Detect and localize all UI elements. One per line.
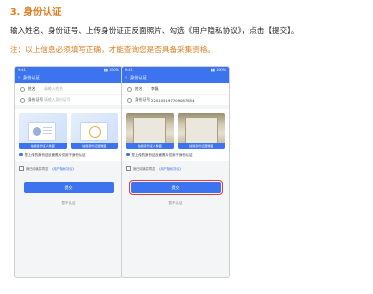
upload-back-caption: 拍摄身份证国徽面 [70,143,118,149]
upload-front-caption: 拍摄身份证人像面 [19,143,67,149]
privacy-checkbox[interactable] [19,166,24,171]
name-input[interactable]: 李磊 [151,86,159,92]
id-number-label: 身份证号 [28,97,44,102]
privacy-text: 我已阅读并同意 [26,167,49,171]
privacy-row[interactable]: 我已阅读并同意 《用户隐私协议》 [15,161,122,176]
privacy-checkbox[interactable] [126,166,131,171]
back-icon[interactable]: ‹ [125,75,127,81]
phone-screenshot-empty: 9:41 ▮▮ 100% ‹ 身份认证 姓名 请输入姓名 身份证号 请输入身份证… [14,66,123,278]
agreement-row: 您上传的身份证反面照片仅用于身份认证 [15,149,122,161]
agreement-row: 您上传的身份证反面照片仅用于身份认证 [122,149,229,161]
status-icons: ▮▮ 100% [211,68,226,72]
agreement-text: 您上传的身份证反面照片仅用于身份认证 [131,153,193,157]
upload-area: 拍摄身份证人像面 拍摄身份证国徽面 [15,109,122,149]
upload-front-card[interactable]: 拍摄身份证人像面 [19,113,67,149]
back-icon[interactable]: ‹ [18,75,20,81]
id-icon [127,97,132,103]
person-icon [127,86,132,92]
name-input[interactable]: 请输入姓名 [44,86,63,92]
section-title: 3. 身份认证 [10,7,62,18]
id-number-field[interactable]: 身份证号 220105197709087654 [122,95,229,105]
id-icon [20,97,25,103]
id-number-label: 身份证号 [135,97,151,102]
instruction-text: 输入姓名、身份证号、上传身份证正反面照片、勾选《用户隐私协议》，点击【提交】。 [10,26,299,35]
upload-back-card[interactable]: 拍摄身份证国徽面 [177,113,225,149]
privacy-link[interactable]: 《用户隐私协议》 [50,166,76,171]
privacy-link[interactable]: 《用户隐私协议》 [157,166,183,171]
upload-back-caption: 拍摄身份证国徽面 [177,143,225,149]
id-card-back-icon [79,122,108,141]
nav-bar: ‹ 身份认证 [122,73,229,83]
note-text: 注：以上信息必须填写正确，才能查询您是否具备采集资格。 [10,45,216,54]
skip-link[interactable]: 暂不认证 [122,201,229,206]
submit-button[interactable]: 提交 [23,182,114,193]
id-number-field[interactable]: 身份证号 请输入身份证号 [15,95,122,105]
id-number-input[interactable]: 请输入身份证号 [44,97,71,103]
phone-screenshot-filled: 9:41 ▮▮ 100% ‹ 身份认证 姓名 李磊 身份证号 220105197… [121,66,230,278]
privacy-row[interactable]: 我已阅读并同意 《用户隐私协议》 [122,161,229,176]
name-field[interactable]: 姓名 李磊 [122,84,229,94]
name-label: 姓名 [28,86,36,91]
id-photo-front [133,117,166,144]
info-icon [126,152,130,157]
nav-bar: ‹ 身份认证 [15,73,122,83]
nav-title: 身份认证 [130,75,147,80]
id-card-front-icon [28,122,56,141]
id-number-input[interactable]: 220105197709087654 [151,98,194,103]
privacy-text: 我已阅读并同意 [133,167,156,171]
upload-area: 拍摄身份证人像面 拍摄身份证国徽面 [122,109,229,149]
status-time: 9:41 [18,68,26,72]
skip-link[interactable]: 暂不认证 [15,201,122,206]
name-field[interactable]: 姓名 请输入姓名 [15,84,122,94]
id-photo-back [184,117,218,144]
name-label: 姓名 [135,86,143,91]
agreement-text: 您上传的身份证反面照片仅用于身份认证 [24,153,86,157]
nav-title: 身份认证 [23,75,40,80]
status-time: 9:41 [125,68,133,72]
info-icon [19,152,23,157]
person-icon [20,86,25,92]
upload-front-caption: 拍摄身份证人像面 [126,143,174,149]
submit-button[interactable]: 提交 [128,180,223,195]
status-icons: ▮▮ 100% [104,68,119,72]
upload-front-card[interactable]: 拍摄身份证人像面 [126,113,174,149]
upload-back-card[interactable]: 拍摄身份证国徽面 [70,113,118,149]
